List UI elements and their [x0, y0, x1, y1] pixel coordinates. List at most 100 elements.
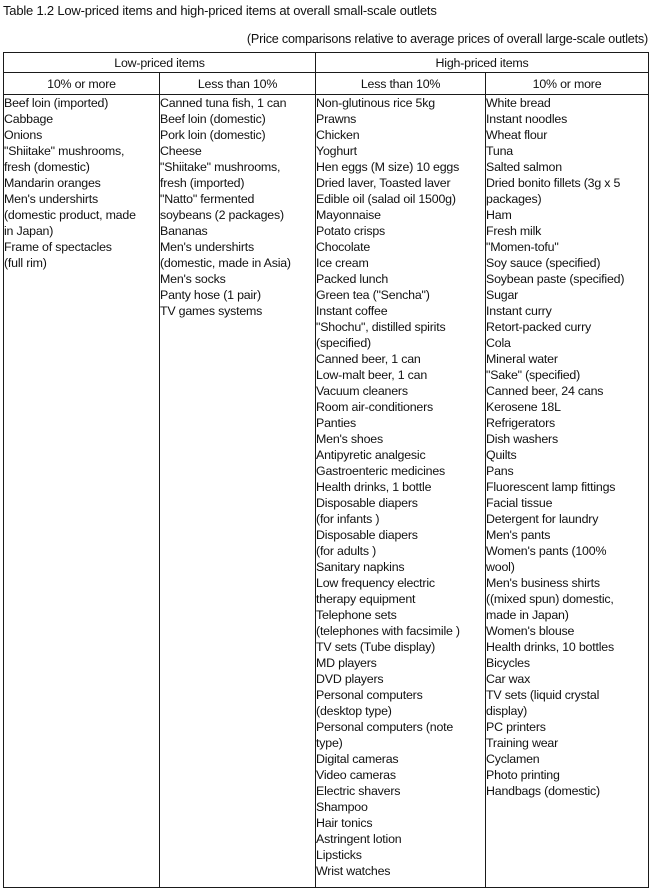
item-line: Men's undershirts: [160, 240, 255, 254]
table-note: (Price comparisons relative to average p…: [246, 32, 648, 46]
item-line: Digital cameras: [316, 752, 399, 766]
item-line: Personal computers: [316, 688, 423, 702]
item-line: Panties: [316, 416, 356, 430]
item-line: Cheese: [160, 144, 202, 158]
item-line: Low frequency electric: [316, 576, 435, 590]
item-line: Green tea ("Sencha"): [316, 288, 430, 302]
item-list: Canned tuna fish, 1 can Beef loin (domest…: [160, 95, 315, 319]
item-line: Video cameras: [316, 768, 396, 782]
item-line: Dish washers: [486, 432, 558, 446]
sub-header-row: 10% or more Less than 10% Less than 10% …: [3, 72, 650, 95]
column-high-10-or-more: White bread Instant noodles Wheat flour Tun…: [485, 94, 650, 888]
item-line: Beef loin (imported): [4, 96, 109, 110]
item-line: therapy equipment: [316, 592, 416, 606]
item-line: "Shiitake" mushrooms,: [4, 144, 125, 158]
item-line: Room air-conditioners: [316, 400, 434, 414]
item-line: made in Japan): [486, 608, 569, 622]
item-line: Tuna: [486, 144, 513, 158]
item-line: (full rim): [4, 256, 47, 270]
item-line: Salted salmon: [486, 160, 562, 174]
item-line: (domestic product, made: [4, 208, 136, 222]
item-line: Beef loin (domestic): [160, 112, 266, 126]
item-line: Low-malt beer, 1 can: [316, 368, 428, 382]
item-line: "Natto" fermented: [160, 192, 255, 206]
item-line: Ice cream: [316, 256, 369, 270]
item-line: Mandarin oranges: [4, 176, 101, 190]
item-line: Lipsticks: [316, 848, 362, 862]
item-line: Refrigerators: [486, 416, 556, 430]
item-line: Canned beer, 1 can: [316, 352, 421, 366]
item-line: (desktop type): [316, 704, 392, 718]
item-line: Fluorescent lamp fittings: [486, 480, 616, 494]
item-line: (for adults ): [316, 544, 377, 558]
item-line: Astringent lotion: [316, 832, 402, 846]
item-line: Training wear: [486, 736, 559, 750]
item-line: Hair tonics: [316, 816, 373, 830]
item-line: Quilts: [486, 448, 517, 462]
item-line: Men's shoes: [316, 432, 383, 446]
item-line: Handbags (domestic): [486, 784, 600, 798]
item-line: TV sets (liquid crystal: [486, 688, 600, 702]
item-line: fresh (imported): [160, 176, 245, 190]
item-line: Prawns: [316, 112, 357, 126]
column-header-low-less-than-10: Less than 10%: [158, 72, 317, 95]
item-line: Men's undershirts: [4, 192, 99, 206]
item-line: Dried laver, Toasted laver: [316, 176, 451, 190]
column-low-10-or-more: Beef loin (imported) Cabbage Onions "Shiita…: [3, 94, 160, 888]
item-line: in Japan): [4, 224, 54, 238]
item-line: Cyclamen: [486, 752, 540, 766]
group-header-low-priced: Low-priced items: [2, 52, 317, 73]
column-low-less-than-10: Canned tuna fish, 1 can Beef loin (domest…: [158, 94, 317, 888]
item-line: Electric shavers: [316, 784, 401, 798]
item-line: Wheat flour: [486, 128, 548, 142]
item-line: Bicycles: [486, 656, 530, 670]
item-line: Ham: [486, 208, 512, 222]
item-line: Personal computers (note: [316, 720, 454, 734]
item-line: Cola: [486, 336, 511, 350]
column-high-less-than-10: Non-glutinous rice 5kg Prawns Chicken Yoghu…: [315, 94, 487, 888]
item-line: soybeans (2 packages): [160, 208, 284, 222]
item-line: Photo printing: [486, 768, 560, 782]
item-line: Frame of spectacles: [4, 240, 112, 254]
item-line: Potato crisps: [316, 224, 386, 238]
item-line: "Sake" (specified): [486, 368, 581, 382]
item-line: TV sets (Tube display): [316, 640, 436, 654]
item-line: ((mixed spun) domestic,: [486, 592, 614, 606]
item-line: Facial tissue: [486, 496, 553, 510]
item-line: PC printers: [486, 720, 546, 734]
column-header-high-less-than-10: Less than 10%: [315, 72, 487, 95]
item-line: Men's business shirts: [486, 576, 600, 590]
item-line: Health drinks, 10 bottles: [486, 640, 614, 654]
item-line: Chicken: [316, 128, 360, 142]
column-header-low-10-or-more: 10% or more: [3, 72, 160, 95]
item-line: Soybean paste (specified): [486, 272, 625, 286]
group-header-high-priced: High-priced items: [315, 52, 650, 73]
item-line: Canned beer, 24 cans: [486, 384, 604, 398]
item-line: Shampoo: [316, 800, 368, 814]
item-line: Instant noodles: [486, 112, 568, 126]
item-line: Men's pants: [486, 528, 551, 542]
item-line: Detergent for laundry: [486, 512, 599, 526]
item-line: (for infants ): [316, 512, 380, 526]
item-line: Gastroenteric medicines: [316, 464, 446, 478]
item-line: Kerosene 18L: [486, 400, 561, 414]
item-line: Fresh milk: [486, 224, 542, 238]
item-line: Disposable diapers: [316, 496, 418, 510]
item-line: Canned tuna fish, 1 can: [160, 96, 287, 110]
item-line: Bananas: [160, 224, 208, 238]
item-line: Women's pants (100%: [486, 544, 607, 558]
item-line: Health drinks, 1 bottle: [316, 480, 432, 494]
item-line: type): [316, 736, 343, 750]
item-list: Beef loin (imported) Cabbage Onions "Shiita…: [4, 95, 159, 271]
item-line: display): [486, 704, 528, 718]
item-line: Panty hose (1 pair): [160, 288, 261, 302]
item-line: Instant coffee: [316, 304, 388, 318]
item-line: Women's blouse: [486, 624, 575, 638]
item-line: Yoghurt: [316, 144, 357, 158]
item-line: Retort-packed curry: [486, 320, 592, 334]
item-line: Men's socks: [160, 272, 226, 286]
item-line: Non-glutinous rice 5kg: [316, 96, 435, 110]
item-line: (telephones with facsimile ): [316, 624, 460, 638]
item-line: (specified): [316, 336, 371, 350]
item-line: Pans: [486, 464, 514, 478]
